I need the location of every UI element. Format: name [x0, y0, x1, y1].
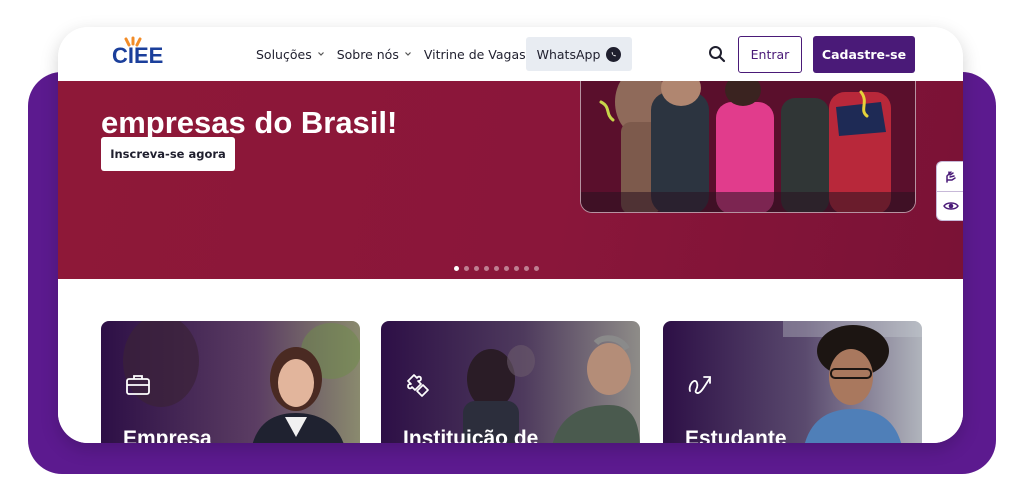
- whatsapp-label: WhatsApp: [536, 46, 601, 62]
- eye-icon: [942, 202, 959, 210]
- carousel-dot[interactable]: [484, 266, 489, 271]
- arrow-path-icon: [688, 376, 711, 394]
- carousel-dot[interactable]: [494, 266, 499, 271]
- nav-item-label: Sobre nós: [336, 46, 399, 62]
- carousel-dot[interactable]: [474, 266, 479, 271]
- card-empresa[interactable]: Empresa: [101, 321, 360, 443]
- nav-item-label: Soluções: [256, 46, 312, 62]
- carousel-dot[interactable]: [464, 266, 469, 271]
- carousel-dot[interactable]: [514, 266, 519, 271]
- accessibility-widget: [936, 161, 963, 221]
- site-header: CIEE Soluções Sobre nós Vitrine de Vagas…: [58, 27, 963, 81]
- visual-accessibility-button[interactable]: [937, 191, 963, 220]
- login-button[interactable]: Entrar: [738, 36, 802, 73]
- sign-language-icon: [945, 170, 956, 183]
- briefcase-icon: [126, 375, 150, 395]
- card-title: Estudante: [685, 427, 787, 443]
- screenshot-stage: CIEE Soluções Sobre nós Vitrine de Vagas…: [0, 0, 1024, 495]
- hero-headline-cutoff: [101, 81, 397, 103]
- carousel-dot[interactable]: [534, 266, 539, 271]
- signup-button[interactable]: Cadastre-se: [813, 36, 915, 73]
- card-title: Empresa: [123, 427, 212, 443]
- card-estudante[interactable]: Estudante: [663, 321, 922, 443]
- subscribe-button[interactable]: Inscreva-se agora: [101, 137, 235, 171]
- audience-cards: Empresa Instituição de Estudante: [58, 279, 963, 443]
- logo-wordmark: CIEE: [112, 43, 163, 66]
- card-instituicao[interactable]: Instituição de: [381, 321, 640, 443]
- nav-item-vitrine-de-vagas[interactable]: Vitrine de Vagas: [424, 47, 526, 62]
- carousel-dot[interactable]: [504, 266, 509, 271]
- whatsapp-button[interactable]: WhatsApp: [526, 37, 632, 71]
- browser-window: CIEE Soluções Sobre nós Vitrine de Vagas…: [58, 27, 963, 443]
- carousel-dots: [454, 266, 539, 271]
- puzzle-icon: [407, 374, 429, 397]
- ciee-logo[interactable]: CIEE: [110, 36, 184, 66]
- main-nav: Soluções Sobre nós Vitrine de Vagas: [256, 27, 526, 81]
- nav-item-label: Vitrine de Vagas: [423, 46, 526, 62]
- carousel-dot-active[interactable]: [454, 266, 459, 271]
- card-title: Instituição de: [403, 427, 539, 443]
- nav-item-sobre-nos[interactable]: Sobre nós: [337, 47, 412, 62]
- search-icon[interactable]: [708, 45, 726, 63]
- students-photo-illustration: [581, 81, 915, 212]
- whatsapp-icon: [606, 46, 622, 62]
- hero-banner: empresas do Brasil! Inscreva-se agora: [58, 81, 963, 279]
- hero-headline-text: empresas do Brasil!: [101, 105, 398, 140]
- hero-photo: [580, 81, 916, 213]
- nav-item-solucoes[interactable]: Soluções: [256, 47, 325, 62]
- chevron-down-icon: [404, 52, 411, 56]
- sign-language-button[interactable]: [937, 162, 963, 191]
- carousel-dot[interactable]: [524, 266, 529, 271]
- chevron-down-icon: [317, 52, 324, 56]
- hero-headline: empresas do Brasil!: [101, 81, 397, 143]
